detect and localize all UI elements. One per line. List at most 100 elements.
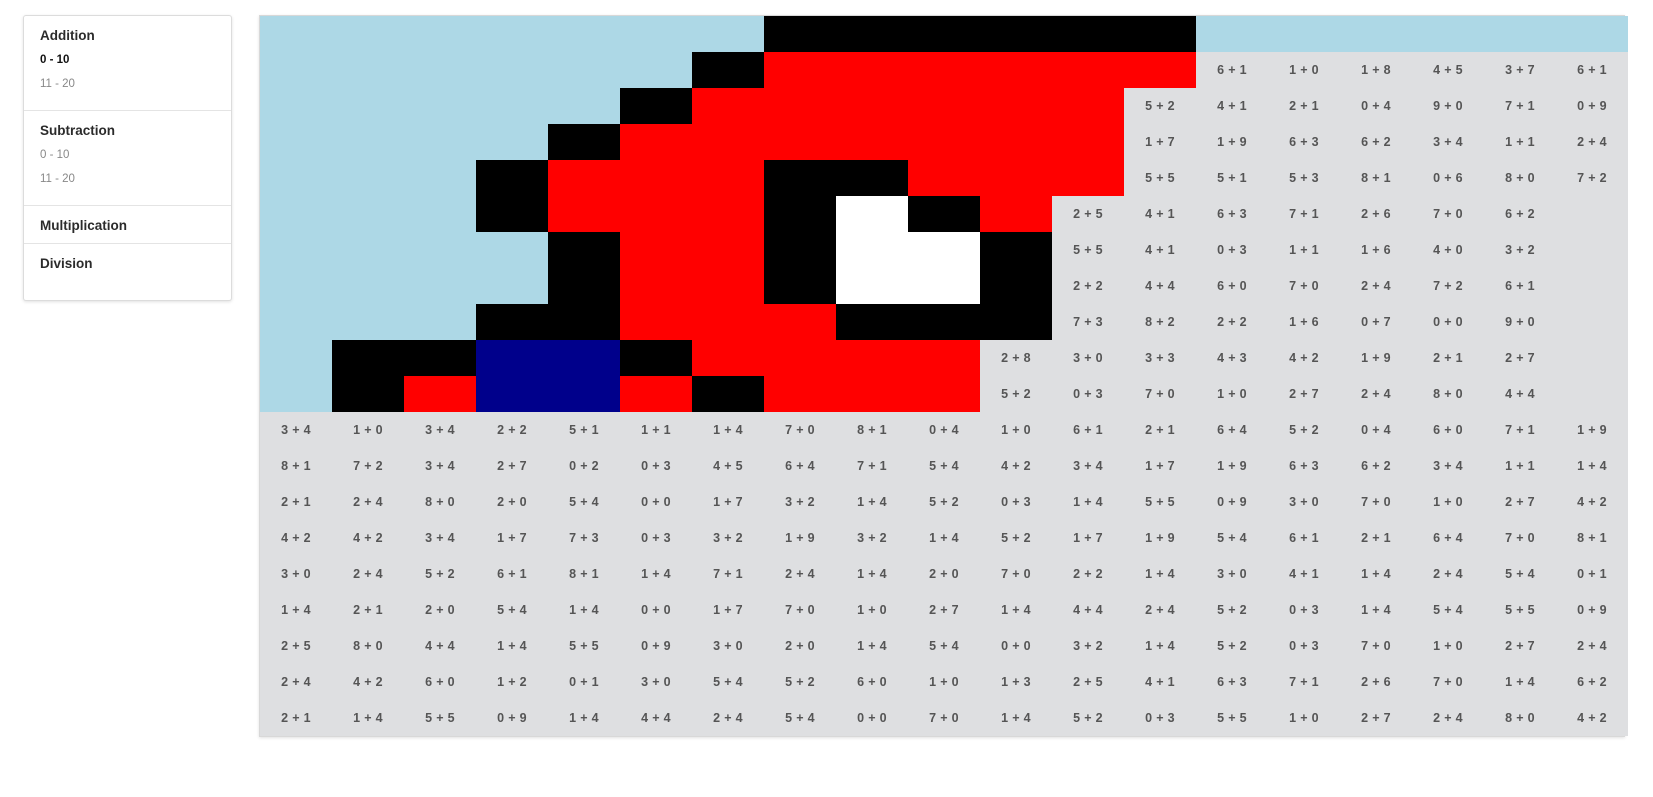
problem-cell[interactable]: 4 + 4 xyxy=(1124,268,1196,304)
problem-cell[interactable]: 0 + 3 xyxy=(980,484,1052,520)
problem-cell[interactable] xyxy=(1556,268,1628,304)
problem-cell[interactable]: 2 + 2 xyxy=(1052,556,1124,592)
problem-cell[interactable]: 7 + 3 xyxy=(548,520,620,556)
problem-cell[interactable]: 1 + 1 xyxy=(1268,232,1340,268)
problem-cell[interactable]: 6 + 1 xyxy=(476,556,548,592)
problem-cell[interactable]: 3 + 2 xyxy=(692,520,764,556)
problem-cell[interactable]: 4 + 5 xyxy=(1412,52,1484,88)
problem-cell[interactable]: 0 + 9 xyxy=(1196,484,1268,520)
problem-cell[interactable]: 0 + 1 xyxy=(548,664,620,700)
problem-cell[interactable]: 2 + 1 xyxy=(332,592,404,628)
problem-cell[interactable] xyxy=(1556,304,1628,340)
problem-cell[interactable]: 6 + 3 xyxy=(1196,196,1268,232)
problem-cell[interactable]: 2 + 5 xyxy=(1052,664,1124,700)
problem-cell[interactable]: 1 + 4 xyxy=(836,628,908,664)
problem-cell[interactable]: 1 + 4 xyxy=(1124,628,1196,664)
problem-cell[interactable]: 1 + 0 xyxy=(332,412,404,448)
problem-cell[interactable]: 6 + 2 xyxy=(1484,196,1556,232)
problem-cell[interactable]: 4 + 1 xyxy=(1124,664,1196,700)
problem-cell[interactable]: 8 + 0 xyxy=(1484,160,1556,196)
problem-cell[interactable]: 3 + 2 xyxy=(1052,628,1124,664)
problem-cell[interactable]: 8 + 1 xyxy=(260,448,332,484)
problem-cell[interactable]: 1 + 4 xyxy=(836,556,908,592)
problem-cell[interactable]: 2 + 4 xyxy=(764,556,836,592)
problem-cell[interactable]: 0 + 9 xyxy=(476,700,548,736)
problem-cell[interactable]: 3 + 0 xyxy=(620,664,692,700)
problem-cell[interactable]: 3 + 0 xyxy=(692,628,764,664)
problem-cell[interactable]: 1 + 4 xyxy=(1124,556,1196,592)
problem-cell[interactable]: 5 + 5 xyxy=(1052,232,1124,268)
problem-cell[interactable]: 6 + 0 xyxy=(1196,268,1268,304)
problem-cell[interactable]: 0 + 3 xyxy=(1268,628,1340,664)
problem-cell[interactable]: 7 + 0 xyxy=(1340,484,1412,520)
problem-cell[interactable]: 5 + 5 xyxy=(1124,160,1196,196)
problem-cell[interactable]: 5 + 5 xyxy=(1484,592,1556,628)
problem-cell[interactable]: 1 + 7 xyxy=(1124,124,1196,160)
problem-cell[interactable]: 0 + 3 xyxy=(1196,232,1268,268)
problem-cell[interactable]: 1 + 8 xyxy=(1340,52,1412,88)
problem-cell[interactable]: 1 + 4 xyxy=(980,700,1052,736)
problem-cell[interactable]: 2 + 0 xyxy=(404,592,476,628)
problem-cell[interactable]: 7 + 1 xyxy=(1484,412,1556,448)
problem-cell[interactable]: 4 + 1 xyxy=(1268,556,1340,592)
problem-cell[interactable]: 4 + 2 xyxy=(980,448,1052,484)
sidebar-range-item[interactable]: 11 - 20 xyxy=(40,171,215,195)
problem-cell[interactable]: 1 + 4 xyxy=(692,412,764,448)
problem-cell[interactable]: 5 + 2 xyxy=(1052,700,1124,736)
problem-cell[interactable]: 2 + 1 xyxy=(1412,340,1484,376)
problem-cell[interactable]: 2 + 4 xyxy=(1556,628,1628,664)
problem-cell[interactable]: 1 + 0 xyxy=(908,664,980,700)
sidebar-section-title[interactable]: Subtraction xyxy=(40,123,215,138)
problem-cell[interactable]: 1 + 4 xyxy=(620,556,692,592)
problem-cell[interactable]: 6 + 0 xyxy=(836,664,908,700)
problem-cell[interactable]: 2 + 7 xyxy=(1340,700,1412,736)
problem-cell[interactable]: 1 + 0 xyxy=(1196,376,1268,412)
problem-cell[interactable]: 1 + 3 xyxy=(980,664,1052,700)
problem-cell[interactable]: 1 + 4 xyxy=(260,592,332,628)
sidebar-section-title[interactable]: Division xyxy=(40,256,215,271)
problem-cell[interactable]: 6 + 4 xyxy=(1196,412,1268,448)
problem-cell[interactable]: 1 + 6 xyxy=(1268,304,1340,340)
problem-cell[interactable]: 6 + 0 xyxy=(404,664,476,700)
problem-cell[interactable]: 3 + 4 xyxy=(404,412,476,448)
problem-cell[interactable]: 2 + 0 xyxy=(908,556,980,592)
problem-cell[interactable]: 8 + 1 xyxy=(548,556,620,592)
problem-cell[interactable]: 1 + 9 xyxy=(1196,124,1268,160)
problem-cell[interactable]: 1 + 7 xyxy=(692,484,764,520)
problem-cell[interactable]: 0 + 9 xyxy=(620,628,692,664)
problem-cell[interactable]: 2 + 5 xyxy=(260,628,332,664)
problem-cell[interactable]: 6 + 3 xyxy=(1268,448,1340,484)
problem-cell[interactable]: 9 + 0 xyxy=(1484,304,1556,340)
problem-cell[interactable]: 1 + 9 xyxy=(1196,448,1268,484)
problem-cell[interactable]: 6 + 1 xyxy=(1196,52,1268,88)
problem-cell[interactable]: 1 + 9 xyxy=(1556,412,1628,448)
problem-cell[interactable]: 8 + 1 xyxy=(1340,160,1412,196)
problem-cell[interactable]: 4 + 3 xyxy=(1196,340,1268,376)
problem-cell[interactable]: 2 + 7 xyxy=(1484,484,1556,520)
problem-cell[interactable]: 7 + 0 xyxy=(1412,196,1484,232)
sidebar-section-title[interactable]: Addition xyxy=(40,28,215,43)
problem-cell[interactable]: 4 + 4 xyxy=(1052,592,1124,628)
problem-cell[interactable]: 4 + 1 xyxy=(1196,88,1268,124)
problem-cell[interactable]: 2 + 4 xyxy=(1412,556,1484,592)
problem-cell[interactable]: 2 + 7 xyxy=(1268,376,1340,412)
problem-cell[interactable]: 7 + 0 xyxy=(1268,268,1340,304)
problem-cell[interactable]: 1 + 4 xyxy=(980,592,1052,628)
problem-cell[interactable]: 5 + 4 xyxy=(1196,520,1268,556)
problem-cell[interactable]: 0 + 0 xyxy=(620,592,692,628)
problem-cell[interactable]: 5 + 2 xyxy=(1196,592,1268,628)
problem-cell[interactable]: 0 + 0 xyxy=(1412,304,1484,340)
problem-cell[interactable]: 2 + 4 xyxy=(332,484,404,520)
problem-cell[interactable]: 4 + 4 xyxy=(620,700,692,736)
problem-cell[interactable]: 1 + 9 xyxy=(764,520,836,556)
problem-cell[interactable]: 2 + 4 xyxy=(332,556,404,592)
problem-cell[interactable]: 5 + 4 xyxy=(908,448,980,484)
problem-cell[interactable]: 0 + 9 xyxy=(1556,592,1628,628)
problem-cell[interactable]: 3 + 0 xyxy=(260,556,332,592)
problem-cell[interactable]: 0 + 3 xyxy=(1124,700,1196,736)
problem-cell[interactable]: 2 + 2 xyxy=(476,412,548,448)
problem-cell[interactable]: 1 + 6 xyxy=(1340,232,1412,268)
problem-cell[interactable]: 1 + 4 xyxy=(1340,556,1412,592)
problem-cell[interactable]: 1 + 4 xyxy=(548,592,620,628)
problem-cell[interactable]: 3 + 4 xyxy=(260,412,332,448)
